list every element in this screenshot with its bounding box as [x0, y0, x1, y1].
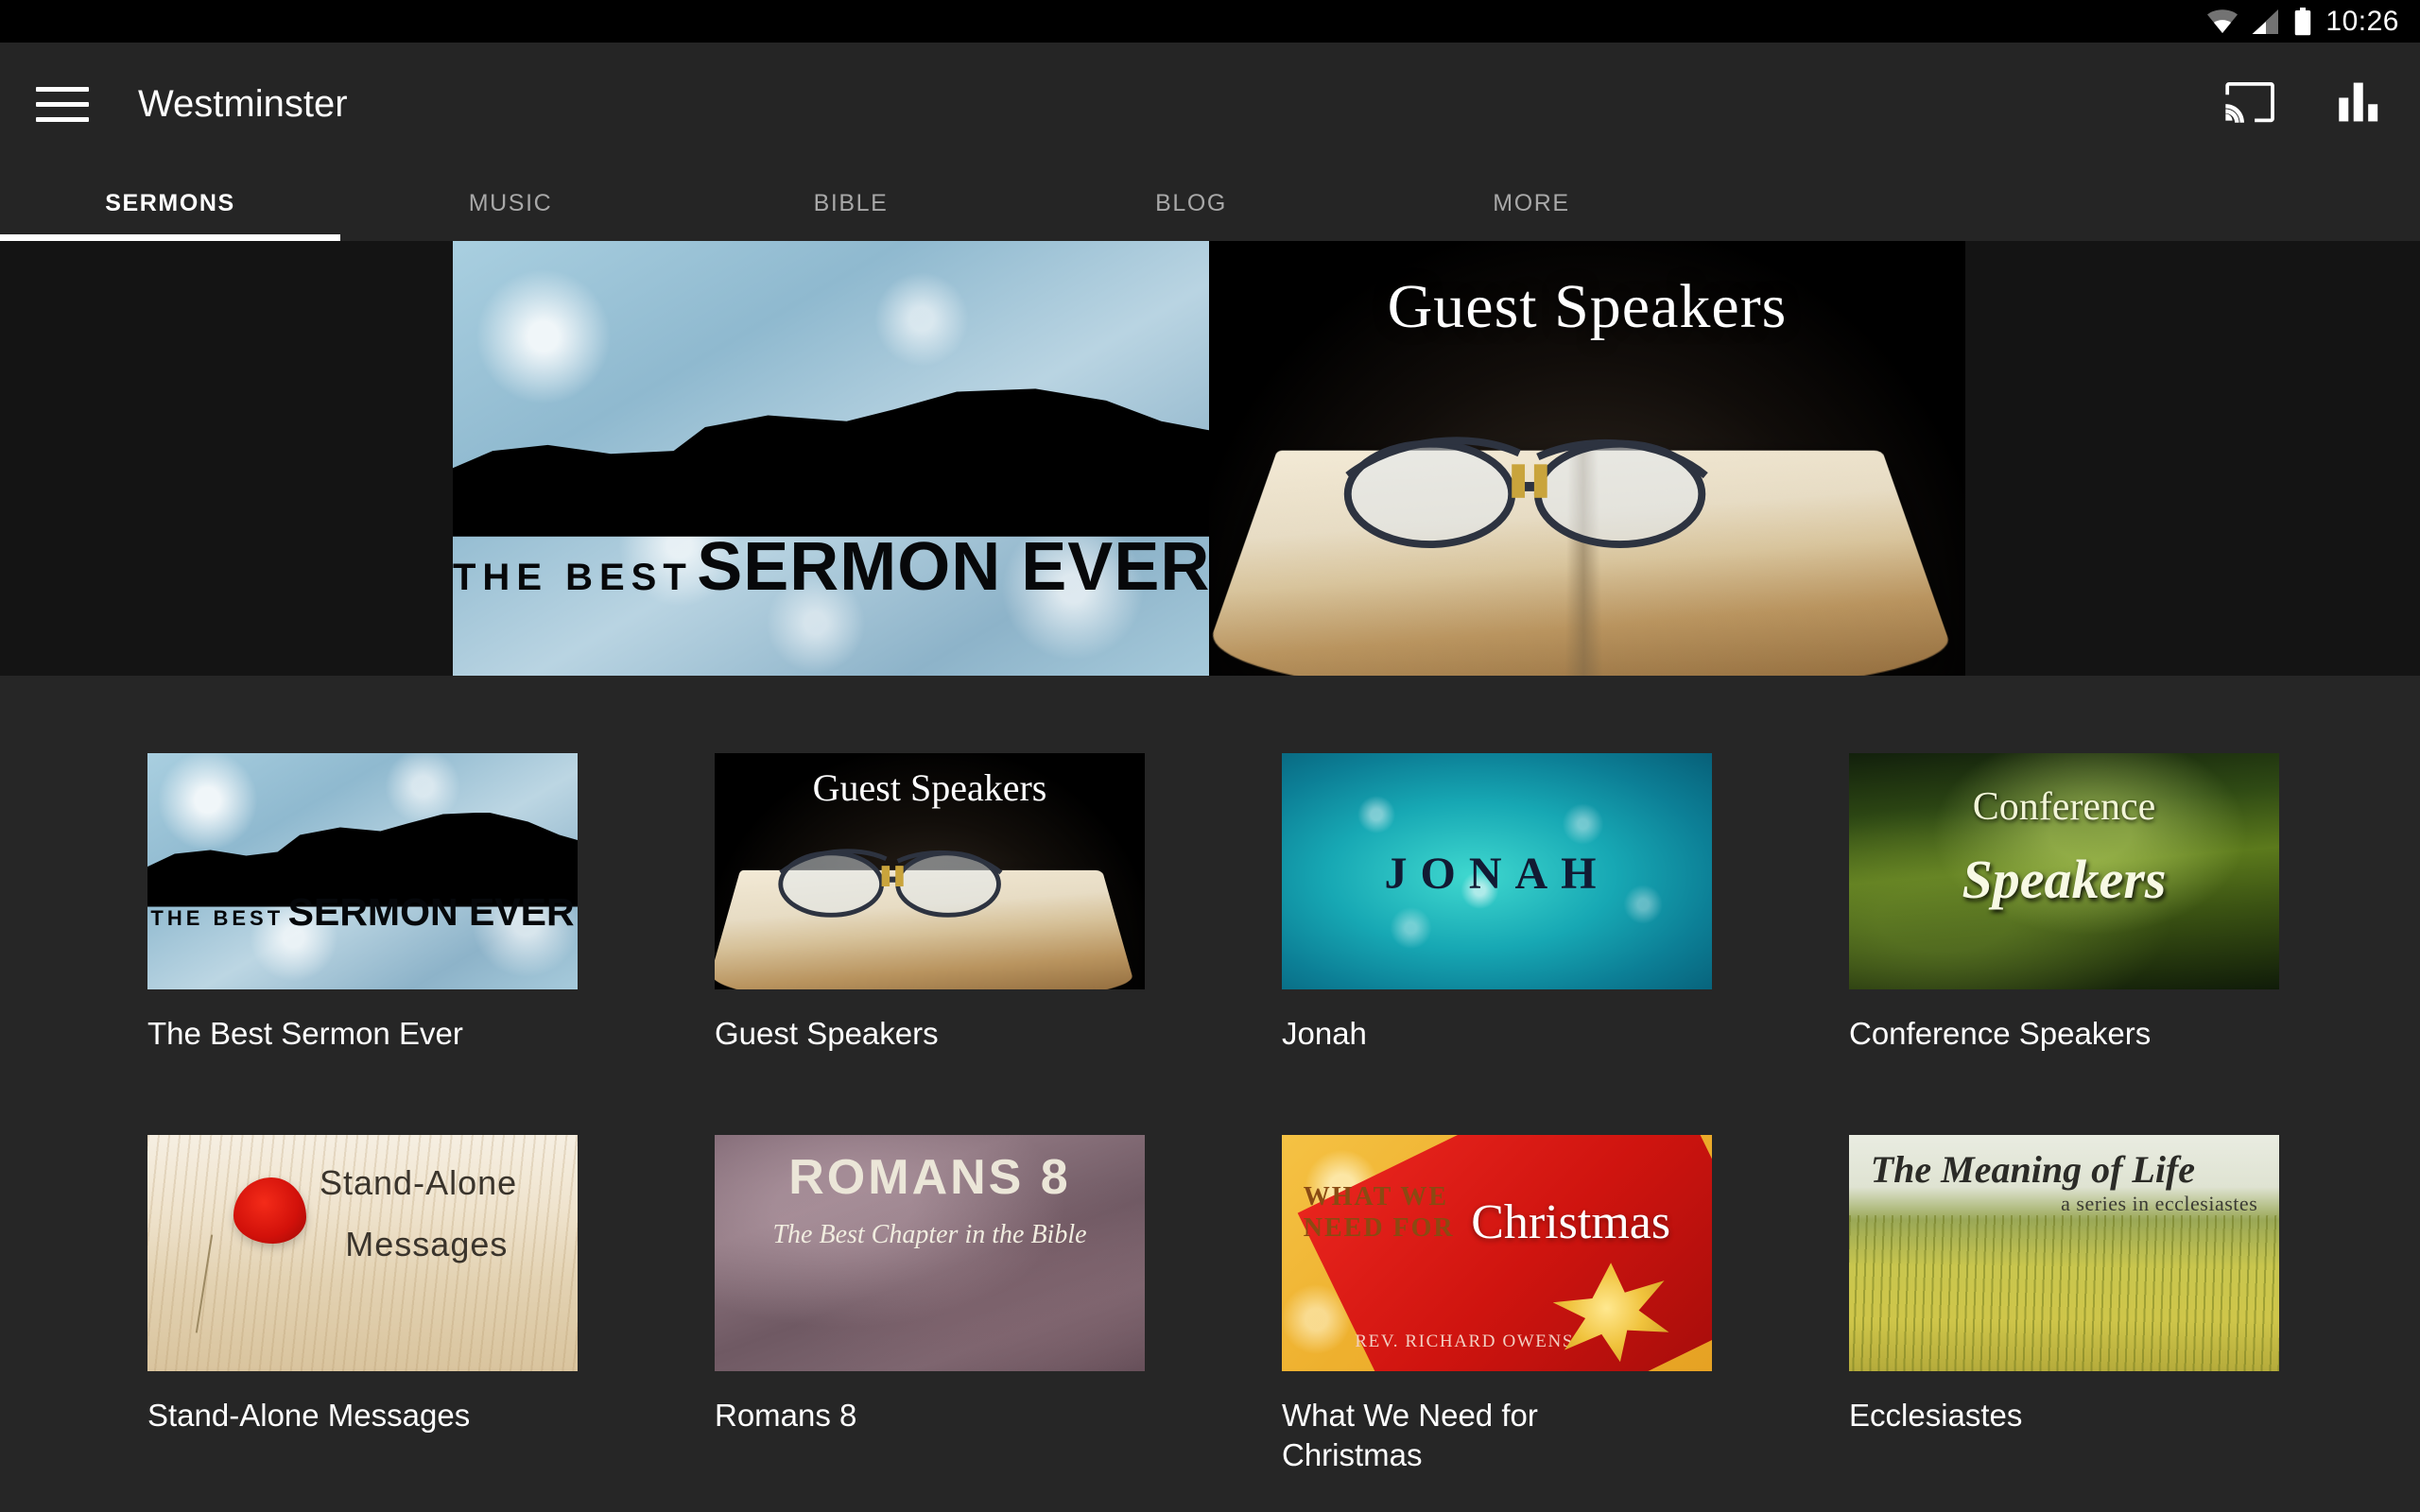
artwork-line-2: Messages [345, 1225, 509, 1264]
tab-label: BLOG [1155, 189, 1227, 216]
artwork-line-2: Speakers [1962, 849, 2167, 910]
series-label: Ecclesiastes [1849, 1398, 2023, 1434]
series-thumbnail: Guest Speakers [715, 753, 1145, 989]
artwork-guest-speakers: Guest Speakers [715, 753, 1145, 989]
tab-label: BIBLE [813, 189, 889, 216]
series-thumbnail: WHAT WE NEED FOR Christmas REV. RICHARD … [1282, 1135, 1712, 1372]
page-title: Westminster [138, 82, 348, 125]
artwork-conference-speakers: Conference Speakers [1849, 753, 2279, 989]
equalizer-icon[interactable] [2337, 79, 2384, 129]
sermon-series-grid: THE BEST SERMON EVER The Best Sermon Eve… [0, 753, 2420, 1476]
series-card-ecclesiastes[interactable]: The Meaning of Life a series in ecclesia… [1849, 1135, 2279, 1475]
series-label: Jonah [1282, 1016, 1367, 1051]
artwork-line-1: WHAT WE [1303, 1182, 1449, 1212]
hero-slide-guest-speakers[interactable]: Guest Speakers [1209, 241, 1965, 676]
series-card-conference-speakers[interactable]: Conference Speakers Conference Speakers [1849, 753, 2279, 1054]
eyeglasses-graphic [732, 838, 1050, 919]
artwork-line-small: THE BEST [453, 556, 693, 598]
artwork-line-large: SERMON EVER [697, 528, 1209, 605]
artwork-title: Guest Speakers [1387, 272, 1788, 342]
series-card-stand-alone-messages[interactable]: Stand-Alone Messages Stand-Alone Message… [147, 1135, 578, 1475]
artwork-line-large: SERMON EVER [287, 890, 575, 934]
tab-sermons[interactable]: SERMONS [0, 165, 340, 241]
series-label: The Best Sermon Ever [147, 1016, 463, 1051]
series-thumbnail: Stand-Alone Messages [147, 1135, 578, 1372]
series-card-what-we-need-for-christmas[interactable]: WHAT WE NEED FOR Christmas REV. RICHARD … [1282, 1135, 1712, 1475]
app-bar-actions [2223, 79, 2384, 129]
artwork-title: THE BEST SERMON EVER [147, 890, 578, 935]
series-label: What We Need for Christmas [1282, 1398, 1538, 1473]
artwork-line-1: Conference [1972, 784, 2156, 829]
artwork-title: JONAH [1384, 849, 1610, 899]
artwork-the-best-sermon-ever: THE BEST SERMON EVER [147, 753, 578, 989]
status-bar: 10:26 [0, 0, 2420, 43]
tab-bar: SERMONS MUSIC BIBLE BLOG MORE [0, 165, 2420, 241]
artwork-line-1: Stand-Alone [320, 1163, 518, 1203]
artwork-the-best-sermon-ever: THE BEST SERMON EVER [453, 241, 1209, 676]
sermon-series-content: THE BEST SERMON EVER The Best Sermon Eve… [0, 676, 2420, 1512]
tab-label: MORE [1493, 189, 1570, 216]
battery-icon [2293, 7, 2312, 36]
artwork-ecclesiastes: The Meaning of Life a series in ecclesia… [1849, 1135, 2279, 1372]
tab-blog[interactable]: BLOG [1021, 165, 1361, 241]
artwork-title: Christmas [1471, 1194, 1671, 1249]
tab-label: MUSIC [468, 189, 553, 216]
series-thumbnail: ROMANS 8 The Best Chapter in the Bible [715, 1135, 1145, 1372]
tab-more[interactable]: MORE [1361, 165, 1702, 241]
artwork-guest-speakers: Guest Speakers [1209, 241, 1965, 676]
mountain-silhouette [453, 388, 1209, 537]
series-card-guest-speakers[interactable]: Guest Speakers Guest Speakers [715, 753, 1145, 1054]
series-label: Stand-Alone Messages [147, 1398, 471, 1434]
artwork-title: The Meaning of Life [1870, 1147, 2196, 1191]
series-card-romans-8[interactable]: ROMANS 8 The Best Chapter in the Bible R… [715, 1135, 1145, 1475]
series-label: Guest Speakers [715, 1016, 939, 1051]
hero-slide-the-best-sermon-ever[interactable]: THE BEST SERMON EVER [453, 241, 1209, 676]
artwork-title: THE BEST SERMON EVER [453, 528, 1209, 606]
tab-music[interactable]: MUSIC [340, 165, 681, 241]
eyeglasses-graphic [1254, 420, 1799, 550]
artwork-romans-8: ROMANS 8 The Best Chapter in the Bible [715, 1135, 1145, 1372]
hamburger-menu-icon[interactable] [36, 77, 89, 130]
artwork-credit: REV. RICHARD OWENS [1355, 1332, 1575, 1352]
hero-carousel[interactable]: THE BEST SERMON EVER Guest Speakers [0, 241, 2420, 676]
status-clock: 10:26 [2325, 5, 2399, 37]
artwork-title: Guest Speakers [812, 765, 1047, 809]
artwork-subtitle: The Best Chapter in the Bible [772, 1220, 1087, 1250]
series-thumbnail: Conference Speakers [1849, 753, 2279, 989]
wifi-icon [2206, 9, 2238, 34]
artwork-what-we-need-for-christmas: WHAT WE NEED FOR Christmas REV. RICHARD … [1282, 1135, 1712, 1372]
artwork-jonah: JONAH [1282, 753, 1712, 989]
series-label: Conference Speakers [1849, 1016, 2152, 1051]
cellular-signal-icon [2252, 9, 2280, 34]
tab-label: SERMONS [105, 189, 235, 216]
hero-left-gutter [0, 241, 453, 676]
artwork-line-small: THE BEST [150, 906, 285, 930]
series-thumbnail: JONAH [1282, 753, 1712, 989]
tab-bible[interactable]: BIBLE [681, 165, 1021, 241]
chromecast-icon[interactable] [2223, 79, 2276, 129]
artwork-line-2: NEED FOR [1303, 1212, 1455, 1243]
artwork-stand-alone-messages: Stand-Alone Messages [147, 1135, 578, 1372]
series-thumbnail: THE BEST SERMON EVER [147, 753, 578, 989]
artwork-title: ROMANS 8 [788, 1150, 1071, 1206]
wheat-field-texture [1849, 1215, 2279, 1372]
series-thumbnail: The Meaning of Life a series in ecclesia… [1849, 1135, 2279, 1372]
artwork-subtitle: a series in ecclesiastes [2061, 1192, 2258, 1216]
app-bar: Westminster [0, 43, 2420, 165]
series-card-jonah[interactable]: JONAH Jonah [1282, 753, 1712, 1054]
series-label: Romans 8 [715, 1398, 857, 1434]
series-card-the-best-sermon-ever[interactable]: THE BEST SERMON EVER The Best Sermon Eve… [147, 753, 578, 1054]
